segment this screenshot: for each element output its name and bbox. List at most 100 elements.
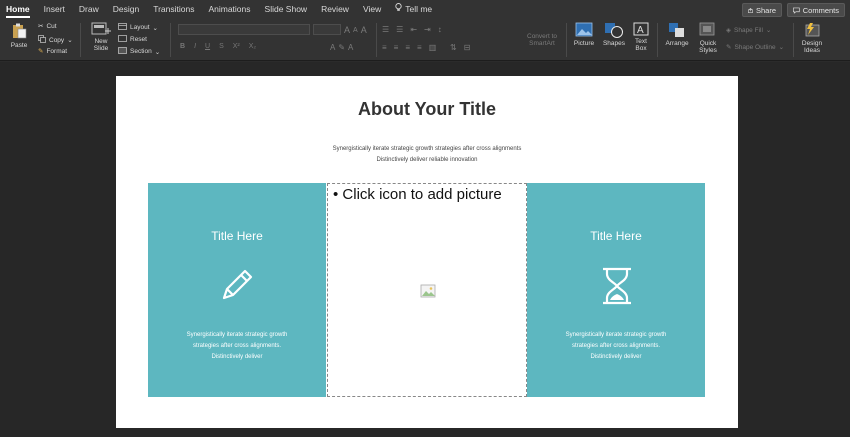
- increase-font-icon[interactable]: A: [344, 25, 350, 35]
- slide-title[interactable]: About Your Title: [116, 99, 738, 120]
- grow-shrink-font[interactable]: A A A: [344, 25, 367, 35]
- lightbulb-icon: [395, 0, 402, 19]
- tab-insert[interactable]: Insert: [44, 0, 65, 19]
- cut-button[interactable]: ✂ Cut: [38, 22, 57, 31]
- cut-label: Cut: [46, 22, 57, 30]
- tab-slide-show[interactable]: Slide Show: [265, 0, 308, 19]
- design-ideas-label-1: Design: [801, 40, 823, 47]
- right-panel-text-3[interactable]: Distinctively deliver: [527, 354, 705, 360]
- arrange-button[interactable]: Arrange: [662, 22, 692, 47]
- line-spacing-icon[interactable]: ↕: [438, 25, 442, 34]
- shape-fill-label: Shape Fill: [734, 26, 763, 34]
- comment-icon: [793, 7, 800, 14]
- text-box-button[interactable]: A Text Box: [630, 22, 652, 52]
- highlight-icon[interactable]: ✎: [338, 43, 345, 52]
- right-panel-text-1[interactable]: Synergistically iterate strategic growth: [527, 332, 705, 338]
- align-buttons[interactable]: ≡ ≡ ≡ ≡ ▥: [382, 43, 436, 52]
- slide[interactable]: About Your Title Synergistically iterate…: [116, 76, 738, 428]
- align-left-icon[interactable]: ≡: [382, 43, 387, 52]
- text-direction-buttons[interactable]: ⇅ ⊟: [450, 43, 470, 52]
- section-button[interactable]: Section ⌄: [118, 47, 160, 56]
- subscript-icon[interactable]: X₂: [249, 43, 256, 50]
- svg-text:A: A: [637, 25, 644, 36]
- convert-to-smartart-button[interactable]: Convert to SmartArt: [518, 33, 566, 47]
- copy-button[interactable]: Copy ⌄: [38, 35, 73, 45]
- italic-icon[interactable]: I: [194, 43, 196, 50]
- new-slide-button[interactable]: New Slide: [86, 22, 116, 52]
- brush-icon: ✎: [38, 48, 44, 55]
- columns-icon[interactable]: ▥: [429, 43, 437, 52]
- underline-icon[interactable]: U: [205, 43, 210, 50]
- tab-review[interactable]: Review: [321, 0, 349, 19]
- font-format-buttons[interactable]: B I U S X² X₂: [180, 43, 256, 50]
- align-center-icon[interactable]: ≡: [394, 43, 399, 52]
- right-panel-title[interactable]: Title Here: [527, 229, 705, 243]
- shapes-button[interactable]: Shapes: [600, 22, 628, 47]
- chevron-down-icon: ⌄: [67, 37, 73, 44]
- justify-icon[interactable]: ≡: [417, 43, 422, 52]
- increase-indent-icon[interactable]: ⇥: [424, 25, 431, 34]
- quick-styles-button[interactable]: Quick Styles: [695, 22, 721, 54]
- left-panel-text-2[interactable]: strategies after cross alignments.: [148, 343, 326, 349]
- decrease-indent-icon[interactable]: ⇤: [410, 25, 417, 34]
- left-panel-title[interactable]: Title Here: [148, 229, 326, 243]
- decrease-font-icon[interactable]: A: [353, 27, 358, 34]
- text-direction-icon[interactable]: ⇅: [450, 43, 457, 52]
- quick-styles-icon: [699, 22, 715, 36]
- design-ideas-button[interactable]: Design Ideas: [798, 22, 826, 54]
- tell-me-search[interactable]: Tell me: [395, 0, 432, 19]
- format-painter-button[interactable]: ✎ Format: [38, 47, 67, 56]
- layout-button[interactable]: Layout ⌄: [118, 23, 158, 32]
- comments-label: Comments: [802, 5, 839, 15]
- shape-fill-button[interactable]: ◈ Shape Fill ⌄: [726, 26, 771, 35]
- insert-picture-icon[interactable]: [420, 284, 436, 303]
- align-text-icon[interactable]: ⊟: [464, 43, 471, 52]
- ribbon-divider: [793, 23, 794, 57]
- tab-home[interactable]: Home: [6, 0, 30, 19]
- tab-view[interactable]: View: [363, 0, 381, 19]
- picture-placeholder[interactable]: • Click icon to add picture: [327, 183, 527, 397]
- paste-button[interactable]: Paste: [6, 22, 32, 49]
- picture-icon: [575, 22, 593, 37]
- font-color-buttons[interactable]: A ✎ A: [330, 43, 353, 52]
- ribbon-divider: [80, 23, 81, 57]
- align-right-icon[interactable]: ≡: [405, 43, 410, 52]
- left-panel-text-1[interactable]: Synergistically iterate strategic growth: [148, 332, 326, 338]
- left-panel[interactable]: Title Here Synergistically iterate strat…: [148, 183, 326, 397]
- right-panel[interactable]: Title Here Synergistically iterate strat…: [527, 183, 705, 397]
- numbering-icon[interactable]: ☰: [396, 25, 403, 34]
- share-button[interactable]: Share: [742, 3, 782, 17]
- superscript-icon[interactable]: X²: [233, 43, 240, 50]
- clipboard-icon: [13, 23, 27, 39]
- arrange-icon: [669, 23, 684, 37]
- layout-label: Layout: [130, 24, 150, 31]
- placeholder-prompt[interactable]: • Click icon to add picture: [333, 186, 502, 203]
- picture-button[interactable]: Picture: [571, 22, 597, 47]
- list-buttons[interactable]: ☰ ☰ ⇤ ⇥ ↕: [382, 25, 442, 34]
- right-panel-text-2[interactable]: strategies after cross alignments.: [527, 343, 705, 349]
- tab-draw[interactable]: Draw: [79, 0, 99, 19]
- shape-outline-label: Shape Outline: [734, 43, 776, 51]
- bullets-icon[interactable]: ☰: [382, 25, 389, 34]
- text-effects-icon[interactable]: A: [330, 43, 335, 52]
- reset-button[interactable]: Reset: [118, 35, 147, 44]
- strikethrough-icon[interactable]: S: [219, 43, 224, 50]
- tab-animations[interactable]: Animations: [208, 0, 250, 19]
- comments-button[interactable]: Comments: [787, 3, 845, 17]
- slide-editing-area[interactable]: About Your Title Synergistically iterate…: [0, 62, 850, 437]
- tab-design[interactable]: Design: [113, 0, 139, 19]
- section-label: Section: [130, 48, 152, 55]
- convert-label-1: Convert to: [527, 33, 557, 40]
- clear-format-icon[interactable]: A: [361, 25, 367, 35]
- left-panel-text-3[interactable]: Distinctively deliver: [148, 354, 326, 360]
- slide-subtitle-line-2[interactable]: Distinctively deliver reliable innovatio…: [116, 157, 738, 163]
- tab-transitions[interactable]: Transitions: [153, 0, 194, 19]
- font-size-select[interactable]: [313, 24, 341, 35]
- shape-outline-button[interactable]: ✎ Shape Outline ⌄: [726, 43, 784, 52]
- reset-icon: [118, 35, 127, 44]
- pencil-icon: [219, 267, 255, 308]
- font-color-icon[interactable]: A: [348, 43, 353, 52]
- bold-icon[interactable]: B: [180, 43, 185, 50]
- font-name-select[interactable]: [178, 24, 310, 35]
- slide-subtitle-line-1[interactable]: Synergistically iterate strategic growth…: [116, 146, 738, 152]
